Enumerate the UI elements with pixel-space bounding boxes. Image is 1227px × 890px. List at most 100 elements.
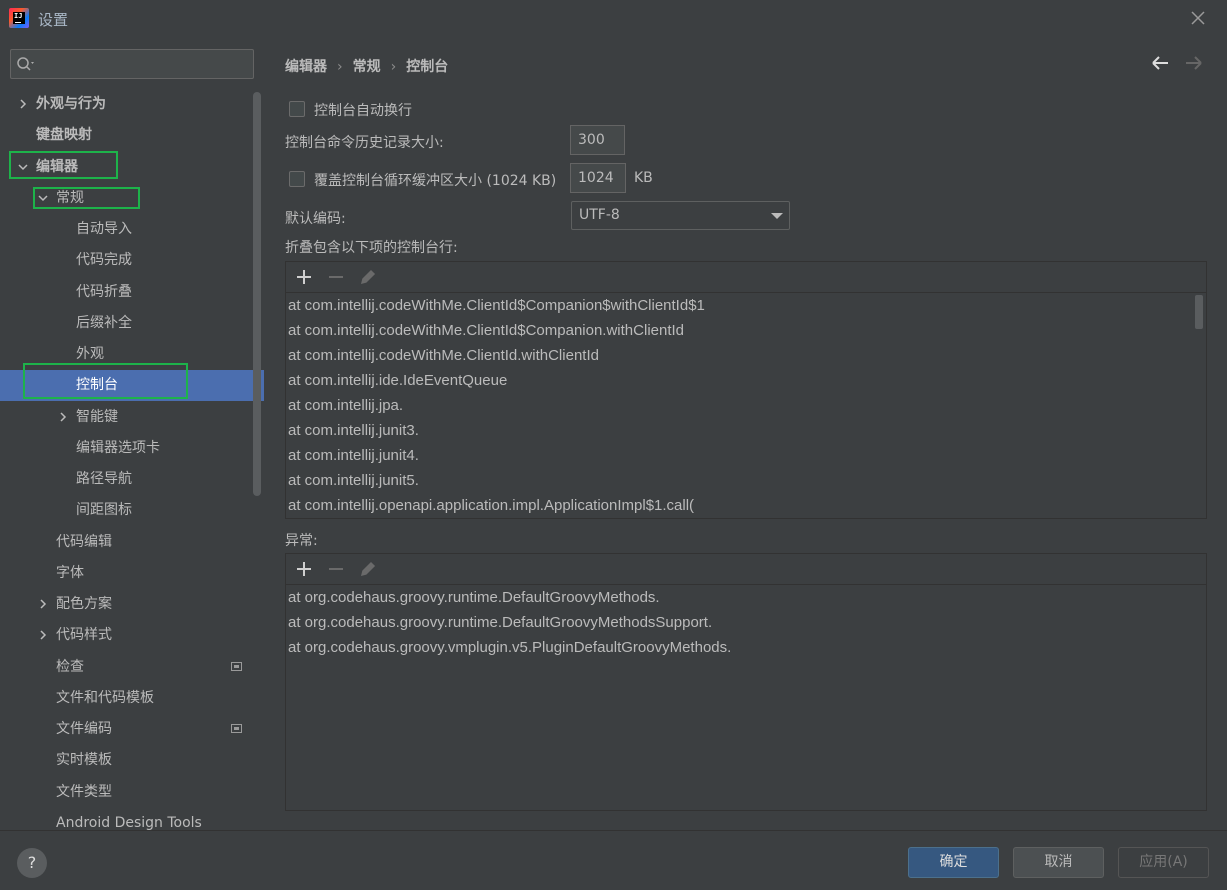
sidebar-item[interactable]: 文件编码 <box>0 714 264 745</box>
search-icon[interactable] <box>16 55 38 73</box>
default-encoding-select[interactable]: UTF-8 <box>571 201 790 230</box>
sidebar-item[interactable]: 间距图标 <box>0 495 264 526</box>
sidebar-scrollbar[interactable] <box>253 92 261 496</box>
default-encoding-value: UTF-8 <box>579 207 620 223</box>
sidebar-item-label: 常规 <box>56 189 84 206</box>
dialog-button-bar: ? 确定 取消 应用(A) <box>0 830 1227 890</box>
chevron-down-icon[interactable] <box>18 162 28 172</box>
list-item[interactable]: at com.intellij.junit4. <box>286 443 1206 468</box>
sidebar-item[interactable]: 代码折叠 <box>0 277 264 308</box>
sidebar-item-label: 代码样式 <box>56 627 112 644</box>
sidebar-item[interactable]: 编辑器选项卡 <box>0 433 264 464</box>
sidebar-item-label: 后缀补全 <box>76 314 132 331</box>
list-item[interactable]: at org.codehaus.groovy.runtime.DefaultGr… <box>286 610 1206 635</box>
fold-lines-toolbar <box>286 262 1206 293</box>
sidebar-item-label: 智能键 <box>76 408 118 425</box>
ok-button[interactable]: 确定 <box>908 847 999 878</box>
sidebar-item[interactable]: 外观 <box>0 339 264 370</box>
sidebar-item[interactable]: 键盘映射 <box>0 120 264 151</box>
add-icon[interactable] <box>294 559 314 579</box>
chevron-down-icon[interactable] <box>38 193 48 203</box>
fold-lines-list: at com.intellij.codeWithMe.ClientId$Comp… <box>286 293 1206 518</box>
sidebar-item[interactable]: 文件类型 <box>0 777 264 808</box>
close-icon[interactable] <box>1186 6 1210 30</box>
sidebar-item[interactable]: 智能键 <box>0 402 264 433</box>
list-item[interactable]: at com.intellij.junit3. <box>286 418 1206 443</box>
chevron-right-icon[interactable] <box>18 99 28 109</box>
history-size-label: 控制台命令历史记录大小: <box>285 135 444 151</box>
chevron-right-icon[interactable] <box>58 411 68 422</box>
sidebar-item[interactable]: 后缀补全 <box>0 308 264 339</box>
sidebar-item[interactable]: 控制台 <box>0 370 264 402</box>
sidebar-item[interactable]: 配色方案 <box>0 589 264 620</box>
sidebar-item-label: 自动导入 <box>76 221 132 237</box>
list-item[interactable]: at org.codehaus.groovy.runtime.DefaultGr… <box>286 585 1206 610</box>
breadcrumb: 编辑器 › 常规 › 控制台 <box>285 56 448 76</box>
chevron-right-icon[interactable] <box>38 630 48 640</box>
sidebar-item[interactable]: 编辑器 <box>0 152 264 183</box>
sidebar-item-label: 路径导航 <box>76 471 132 487</box>
remove-icon[interactable] <box>326 559 346 579</box>
list-item[interactable]: at com.intellij.codeWithMe.ClientId$Comp… <box>286 318 1206 343</box>
sidebar-item-label: 文件和代码模板 <box>56 689 154 706</box>
buffer-unit-label: KB <box>634 170 653 186</box>
history-size-field[interactable]: 300 <box>570 125 625 155</box>
default-encoding-label: 默认编码: <box>285 211 346 227</box>
list-item[interactable]: at com.intellij.openapi.application.impl… <box>286 493 1206 518</box>
back-arrow-icon[interactable] <box>1150 54 1172 72</box>
breadcrumb-editor[interactable]: 编辑器 <box>285 59 327 75</box>
list-item[interactable]: at com.intellij.junit5. <box>286 468 1206 493</box>
sidebar-item[interactable]: 路径导航 <box>0 464 264 495</box>
list-item[interactable]: at com.intellij.codeWithMe.ClientId.with… <box>286 343 1206 368</box>
list-item[interactable]: at com.intellij.ide.IdeEventQueue <box>286 368 1206 393</box>
breadcrumb-general[interactable]: 常规 <box>353 59 381 75</box>
settings-content: 编辑器 › 常规 › 控制台 控制台自动换行 控制台命令历史记录大小: 300 覆盖控制… <box>264 36 1227 830</box>
sidebar-item[interactable]: 自动导入 <box>0 214 264 245</box>
sidebar-item[interactable]: 实时模板 <box>0 745 264 776</box>
exceptions-label: 异常: <box>285 533 318 549</box>
edit-icon[interactable] <box>358 559 378 579</box>
override-buffer-checkbox[interactable] <box>289 171 305 187</box>
sidebar-item[interactable]: 代码编辑 <box>0 527 264 558</box>
sidebar-item-label: 配色方案 <box>56 596 112 612</box>
sidebar-item-label: 实时模板 <box>56 752 112 769</box>
search-input[interactable] <box>41 53 246 75</box>
sidebar-item-label: 外观与行为 <box>36 96 106 112</box>
soft-wrap-checkbox[interactable] <box>289 101 305 117</box>
sidebar-item-label: 代码折叠 <box>76 283 132 300</box>
exceptions-list: at org.codehaus.groovy.runtime.DefaultGr… <box>286 585 1206 810</box>
list-item[interactable]: at com.intellij.codeWithMe.ClientId$Comp… <box>286 293 1206 318</box>
sidebar-item-label: 间距图标 <box>76 502 132 519</box>
apply-button[interactable]: 应用(A) <box>1118 847 1209 878</box>
sidebar-item[interactable]: 代码完成 <box>0 245 264 276</box>
project-badge-icon <box>231 661 242 671</box>
sidebar-item[interactable]: Android Design Tools <box>0 808 264 830</box>
list-item[interactable]: at org.codehaus.groovy.vmplugin.v5.Plugi… <box>286 635 1206 660</box>
sidebar-item[interactable]: 外观与行为 <box>0 89 264 120</box>
chevron-right-icon[interactable] <box>38 599 48 609</box>
edit-icon[interactable] <box>358 267 378 287</box>
cancel-button[interactable]: 取消 <box>1013 847 1104 878</box>
sidebar-item[interactable]: 代码样式 <box>0 620 264 651</box>
sidebar-item-label: 代码编辑 <box>56 533 112 550</box>
list-item[interactable]: at com.intellij.jpa. <box>286 393 1206 418</box>
fold-lines-panel: at com.intellij.codeWithMe.ClientId$Comp… <box>285 261 1207 519</box>
fold-lines-scrollbar[interactable] <box>1195 295 1203 329</box>
remove-icon[interactable] <box>326 267 346 287</box>
app-logo-icon: IJ <box>9 8 29 28</box>
sidebar-item-label: 文件编码 <box>56 721 112 737</box>
sidebar-item[interactable]: 文件和代码模板 <box>0 683 264 714</box>
sidebar-item-label: 检查 <box>56 658 84 675</box>
help-icon[interactable]: ? <box>17 848 47 878</box>
title-bar: IJ 设置 <box>0 0 1227 36</box>
project-badge-icon <box>231 724 242 733</box>
search-box[interactable] <box>10 49 254 79</box>
sidebar-item[interactable]: 字体 <box>0 558 264 589</box>
sidebar-item[interactable]: 检查 <box>0 652 264 683</box>
buffer-size-field[interactable]: 1024 <box>570 163 626 193</box>
sidebar-item-label: 编辑器 <box>36 158 78 175</box>
sidebar-item-label: 键盘映射 <box>36 127 92 144</box>
add-icon[interactable] <box>294 267 314 287</box>
forward-arrow-icon[interactable] <box>1182 54 1204 72</box>
sidebar-item[interactable]: 常规 <box>0 183 264 214</box>
